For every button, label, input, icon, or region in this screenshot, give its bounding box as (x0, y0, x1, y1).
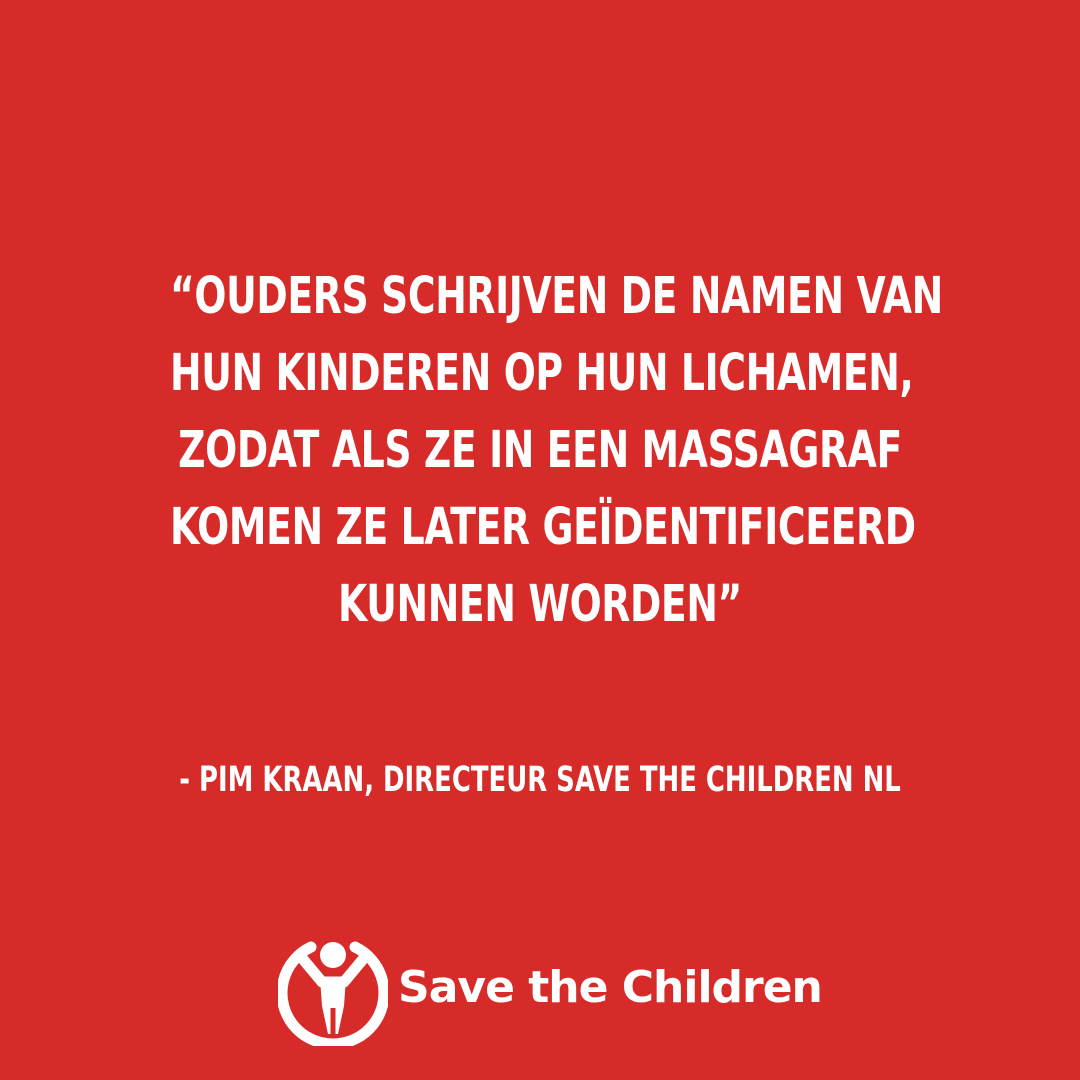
save-the-children-child-figure-icon (278, 941, 388, 1046)
quote-line: HUN KINDEREN OP HUN LICHAMEN, (170, 344, 914, 403)
quote-attribution: - PIM KRAAN, DIRECTEUR SAVE THE CHILDREN… (179, 760, 901, 800)
save-the-children-logo: Save the Children (278, 934, 823, 1046)
quote-line: “OUDERS SCHRIJVEN DE NAMEN VAN (170, 267, 943, 326)
quote-text: “OUDERS SCHRIJVEN DE NAMEN VAN HUN KINDE… (170, 258, 943, 643)
quote-line: ZODAT ALS ZE IN EEN MASSAGRAF (178, 421, 902, 480)
quote-card: “OUDERS SCHRIJVEN DE NAMEN VAN HUN KINDE… (0, 0, 1080, 1080)
quote-line: KOMEN ZE LATER GEÏDENTIFICEERD (170, 498, 916, 557)
logo-wordmark: Save the Children (398, 962, 823, 1013)
quote-line: KUNNEN WORDEN” (338, 575, 742, 634)
